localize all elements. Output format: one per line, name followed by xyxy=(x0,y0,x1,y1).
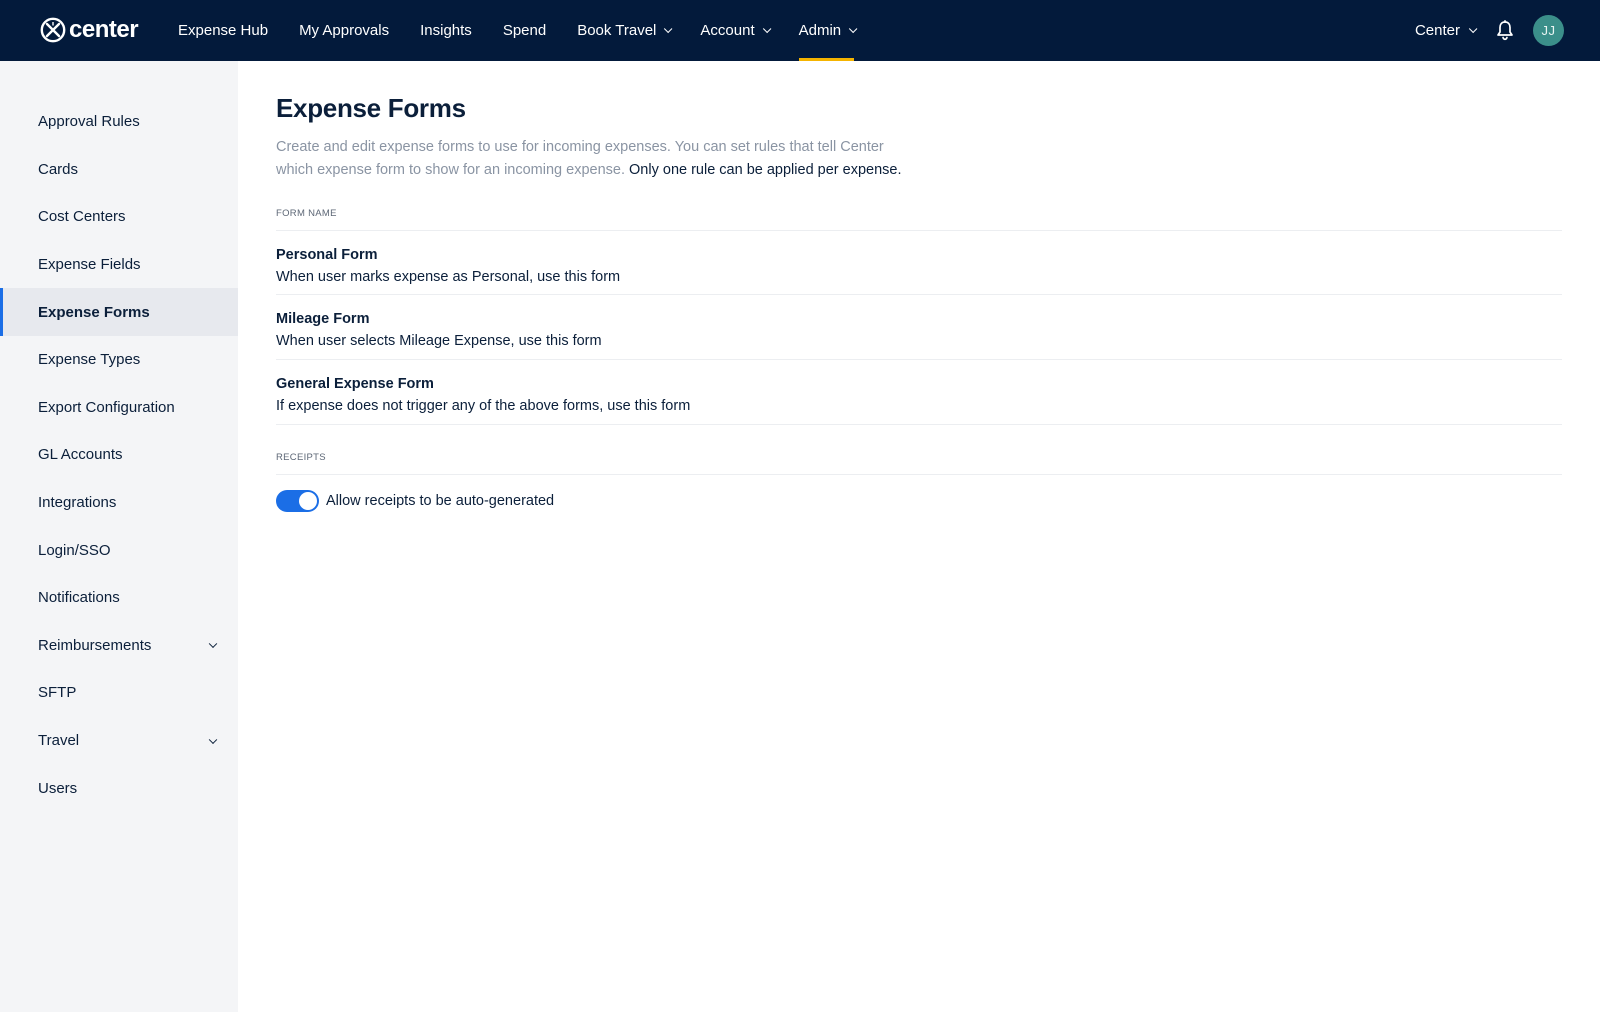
form-name: Personal Form xyxy=(276,247,378,263)
sidebar-item-sftp[interactable]: SFTP xyxy=(0,669,238,717)
sidebar-item-label: Approval Rules xyxy=(38,113,140,131)
form-row-personal[interactable]: Personal Form When user marks expense as… xyxy=(276,247,1562,285)
sidebar-item-label: GL Accounts xyxy=(38,446,123,464)
center-logo[interactable]: center xyxy=(40,16,139,44)
nav-spend[interactable]: Spend xyxy=(503,0,546,61)
page-description-emphasis: Only one rule can be applied per expense… xyxy=(629,162,902,178)
sidebar-item-gl-accounts[interactable]: GL Accounts xyxy=(0,431,238,479)
nav-insights-label: Insights xyxy=(420,22,472,39)
sidebar-item-export-configuration[interactable]: Export Configuration xyxy=(0,384,238,432)
receipts-auto-generate-label: Allow receipts to be auto-generated xyxy=(326,493,555,509)
top-navigation-bar: center Expense Hub My Approvals Insights… xyxy=(0,0,1600,61)
sidebar-item-travel[interactable]: Travel xyxy=(0,717,238,765)
page-description: Create and edit expense forms to use for… xyxy=(276,136,916,182)
toggle-knob xyxy=(299,492,317,510)
divider xyxy=(276,230,1562,231)
form-row-mileage[interactable]: Mileage Form When user selects Mileage E… xyxy=(276,311,1562,349)
nav-my-approvals-label: My Approvals xyxy=(299,22,390,39)
divider xyxy=(276,424,1562,425)
nav-admin[interactable]: Admin xyxy=(798,0,858,61)
chevron-down-icon xyxy=(208,735,218,744)
sidebar-item-label: Expense Types xyxy=(38,351,141,369)
sidebar-item-label: Expense Forms xyxy=(38,303,150,321)
nav-book-travel[interactable]: Book Travel xyxy=(577,0,673,61)
center-logo-icon xyxy=(40,17,66,43)
page-title: Expense Forms xyxy=(276,93,466,123)
org-switcher[interactable]: Center xyxy=(1414,22,1478,39)
sidebar-item-label: Cost Centers xyxy=(38,208,126,226)
nav-account-label: Account xyxy=(700,22,755,39)
sidebar-item-label: Export Configuration xyxy=(38,398,175,416)
form-name: Mileage Form xyxy=(276,311,370,327)
admin-sidebar: Approval Rules Cards Cost Centers Expens… xyxy=(0,61,238,1012)
form-rule: When user marks expense as Personal, use… xyxy=(276,269,621,285)
sidebar-item-expense-forms[interactable]: Expense Forms xyxy=(0,288,238,336)
top-right-controls: Center JJ xyxy=(1415,0,1600,61)
sidebar-list: Approval Rules Cards Cost Centers Expens… xyxy=(0,98,238,812)
form-rule: If expense does not trigger any of the a… xyxy=(276,398,691,414)
main-nav: Expense Hub My Approvals Insights Spend … xyxy=(178,0,885,61)
sidebar-item-cost-centers[interactable]: Cost Centers xyxy=(0,193,238,241)
user-avatar[interactable]: JJ xyxy=(1533,15,1564,46)
sidebar-item-label: Expense Fields xyxy=(38,256,141,274)
sidebar-item-label: Travel xyxy=(38,732,80,750)
chevron-down-icon xyxy=(208,639,218,649)
sidebar-item-label: Integrations xyxy=(38,494,117,512)
sidebar-item-integrations[interactable]: Integrations xyxy=(0,479,238,527)
nav-admin-label: Admin xyxy=(798,22,842,39)
divider xyxy=(276,359,1562,360)
sidebar-item-label: Reimbursements xyxy=(38,636,152,654)
receipts-auto-generate-setting: Allow receipts to be auto-generated xyxy=(276,490,554,512)
org-switcher-label: Center xyxy=(1414,22,1460,39)
chevron-down-icon xyxy=(849,24,858,33)
sidebar-item-reimbursements[interactable]: Reimbursements xyxy=(0,622,238,670)
sidebar-item-notifications[interactable]: Notifications xyxy=(0,574,238,622)
sidebar-item-expense-types[interactable]: Expense Types xyxy=(0,336,238,384)
chevron-down-icon xyxy=(1468,24,1478,33)
notifications-bell-icon[interactable] xyxy=(1496,20,1514,41)
sidebar-item-label: Users xyxy=(38,779,78,797)
nav-insights[interactable]: Insights xyxy=(420,0,472,61)
divider xyxy=(276,294,1562,295)
nav-book-travel-label: Book Travel xyxy=(577,22,657,39)
form-rule: When user selects Mileage Expense, use t… xyxy=(276,333,602,349)
brand-name: center xyxy=(69,16,139,43)
form-row-general-expense[interactable]: General Expense Form If expense does not… xyxy=(276,376,1562,414)
sidebar-item-label: Cards xyxy=(38,160,79,178)
form-name-column-header: FORM NAME xyxy=(276,208,337,219)
sidebar-item-expense-fields[interactable]: Expense Fields xyxy=(0,241,238,289)
nav-spend-label: Spend xyxy=(502,22,547,39)
receipts-section-header: RECEIPTS xyxy=(276,452,326,463)
nav-account[interactable]: Account xyxy=(700,0,771,61)
sidebar-item-cards[interactable]: Cards xyxy=(0,146,238,194)
chevron-down-icon xyxy=(762,24,771,33)
sidebar-item-users[interactable]: Users xyxy=(0,764,238,812)
chevron-down-icon xyxy=(664,24,673,33)
form-name: General Expense Form xyxy=(276,376,434,392)
sidebar-item-label: Notifications xyxy=(38,589,120,607)
nav-expense-hub-label: Expense Hub xyxy=(178,22,269,39)
sidebar-item-login-sso[interactable]: Login/SSO xyxy=(0,526,238,574)
nav-expense-hub[interactable]: Expense Hub xyxy=(178,0,268,61)
sidebar-item-approval-rules[interactable]: Approval Rules xyxy=(0,98,238,146)
nav-my-approvals[interactable]: My Approvals xyxy=(299,0,389,61)
sidebar-item-label: SFTP xyxy=(38,684,77,702)
divider xyxy=(276,474,1562,475)
sidebar-item-label: Login/SSO xyxy=(38,541,111,559)
receipts-auto-generate-toggle[interactable] xyxy=(276,490,319,512)
